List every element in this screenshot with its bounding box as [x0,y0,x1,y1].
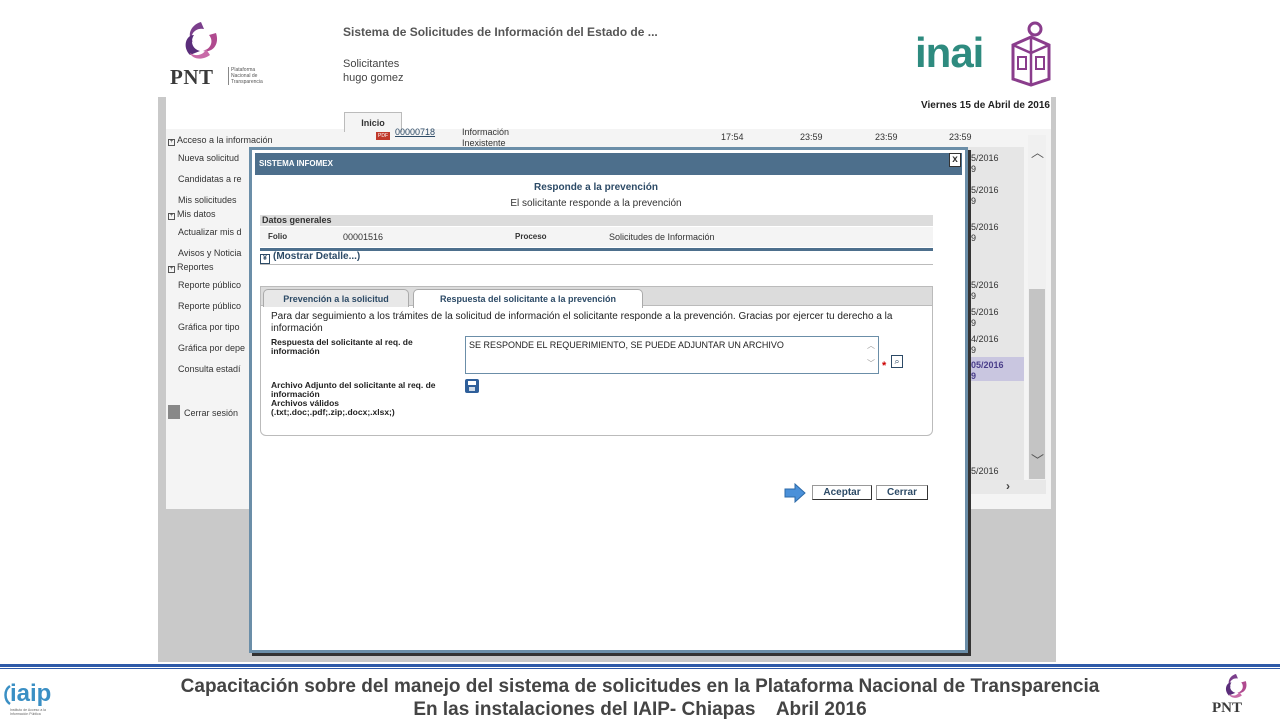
grid-date: 9 [971,318,977,328]
user-name: hugo gomez [343,72,404,84]
attach-file-icon[interactable] [465,379,479,393]
grid-date: 5/2016 [971,280,999,290]
nav-acceso[interactable]: + Acceso a la información [168,135,273,146]
grid-date: 5/2016 [971,466,999,476]
scroll-right-icon[interactable]: › [1006,479,1010,493]
grid-time: 23:59 [875,132,898,142]
proceso-label: Proceso [515,232,547,241]
nav-candidatas[interactable]: Candidatas a re [178,174,242,184]
grid-date: 5/2016 [971,153,999,163]
nav-mis-datos[interactable]: + Mis datos [168,209,216,220]
inai-emblem-icon [1011,21,1051,87]
grid-tipo-a: Información [462,127,510,137]
footer-rule [0,664,1280,667]
pnt-emblem-icon [185,22,218,59]
grid-date: 9 [971,345,977,355]
archivo-label: Archivo Adjunto del solicitante al req. … [271,381,471,417]
zoom-icon[interactable]: ⌕ [891,355,903,368]
scroll-up-icon[interactable]: ︿ [1031,142,1044,161]
pnt-wordmark: PNT [170,65,214,89]
pnt-subtitle: Plataforma Nacional de Transparencia [228,67,268,85]
grid-date: 9 [971,164,977,174]
folio-label: Folio [268,232,288,241]
nav-mis-solicitudes[interactable]: Mis solicitudes [178,195,237,205]
dialog-title: SISTEMA INFOMEX [259,159,333,168]
respuesta-textarea[interactable]: SE RESPONDE EL REQUERIMIENTO, SE PUEDE A… [465,336,879,374]
tab-inicio[interactable]: Inicio [344,112,402,132]
dialog-subheading: El solicitante responde a la prevención [510,198,682,209]
slide: PNT Plataforma Nacional de Transparencia… [0,0,1280,720]
grid-folio-link[interactable]: 00000718 [395,127,435,137]
nav-nueva-solicitud[interactable]: Nueva solicitud [178,153,239,163]
grid-date: 05/2016 [971,360,1004,370]
textarea-scrollbar[interactable]: ︿ ﹀ [864,337,878,373]
footer-title: Capacitación sobre del manejo del sistem… [180,676,1100,697]
current-date: Viernes 15 de Abril de 2016 [921,100,1050,111]
archivo-label-text: Archivo Adjunto del solicitante al req. … [271,380,436,399]
datos-generales-header: Datos generales [260,215,933,226]
inai-wordmark: inai [915,29,984,76]
grid-date: 9 [971,291,977,301]
tab-prevencion[interactable]: Prevención a la solicitud [263,289,409,307]
intro-text: Para dar seguimiento a los trámites de l… [271,311,893,334]
folio-value: 00001516 [343,232,384,242]
grid-date: 9 [971,196,977,206]
respuesta-value: SE RESPONDE EL REQUERIMIENTO, SE PUEDE A… [469,340,784,350]
pnt-footer-wordmark: PNT [1212,700,1242,716]
grid-time: 23:59 [800,132,823,142]
app-title: Sistema de Solicitudes de Información de… [343,25,658,39]
nav-reportes[interactable]: + Reportes [168,262,214,273]
dialog-heading: Responde a la prevención [534,182,658,193]
pnt-footer-logo: PNT [1212,672,1274,720]
grid-time: 17:54 [721,132,744,142]
logout-icon [168,405,180,419]
datos-generales-row: Folio 00001516 Proceso Solicitudes de In… [260,227,933,247]
date-band [166,97,1051,129]
section-name: Solicitantes [343,58,400,70]
mostrar-detalle-toggle[interactable]: ¥ (Mostrar Detalle...) [260,251,933,265]
grid-time: 23:59 [949,132,972,142]
expand-icon: + [168,266,175,273]
expand-icon: + [168,213,175,220]
close-icon[interactable]: x [949,153,961,167]
scroll-down-icon[interactable]: ﹀ [1031,450,1044,469]
tabs-panel: Prevención a la solicitud Respuesta del … [260,286,933,436]
required-marker: * [882,360,887,372]
grid-right-column [968,147,1024,487]
nav-reporte-publico-2[interactable]: Reporte público [178,301,241,311]
respuesta-label: Respuesta del solicitante al req. de inf… [271,337,413,356]
nav-avisos[interactable]: Avisos y Noticia [178,248,241,258]
horizontal-scrollbar[interactable] [958,480,1046,494]
chevron-down-icon: ¥ [260,254,270,264]
grid-date: 9 [971,371,977,381]
grid-date: 5/2016 [971,307,999,317]
grid-date: 5/2016 [971,222,999,232]
nav-grafica-dependencia[interactable]: Gráfica por depe [178,343,245,353]
pdf-icon: PDF [376,132,390,140]
nav-reporte-publico-1[interactable]: Reporte público [178,280,241,290]
proceso-value: Solicitudes de Información [609,232,715,242]
aceptar-button[interactable]: Aceptar [812,485,872,500]
grid-date: 4/2016 [971,334,999,344]
pnt-emblem-icon [1225,673,1247,698]
nav-grafica-tipo[interactable]: Gráfica por tipo [178,322,240,332]
infomex-dialog: SISTEMA INFOMEX x Responde a la prevenci… [249,147,968,653]
expand-icon: + [168,139,175,146]
footer-subtitle: En las instalaciones del IAIP- Chiapas A… [413,699,867,720]
grid-date: 9 [971,233,977,243]
inai-logo: inai [915,21,1055,91]
grid-date: 5/2016 [971,185,999,195]
nav-cerrar-sesion[interactable]: Cerrar sesión [168,405,238,419]
pnt-logo: PNT Plataforma Nacional de Transparencia [170,19,270,91]
app-header: PNT Plataforma Nacional de Transparencia… [158,17,1056,97]
nav-consulta[interactable]: Consulta estadí [178,364,241,374]
arrow-right-icon [784,483,806,503]
archivos-extensiones: (.txt;.doc;.pdf;.zip;.docx;.xlsx;) [271,407,395,417]
tab-respuesta[interactable]: Respuesta del solicitante a la prevenció… [413,289,643,308]
nav-actualizar[interactable]: Actualizar mis d [178,227,242,237]
footer-rule-thin [0,668,1280,669]
dialog-titlebar: SISTEMA INFOMEX [255,153,962,175]
cerrar-button[interactable]: Cerrar [876,485,928,500]
